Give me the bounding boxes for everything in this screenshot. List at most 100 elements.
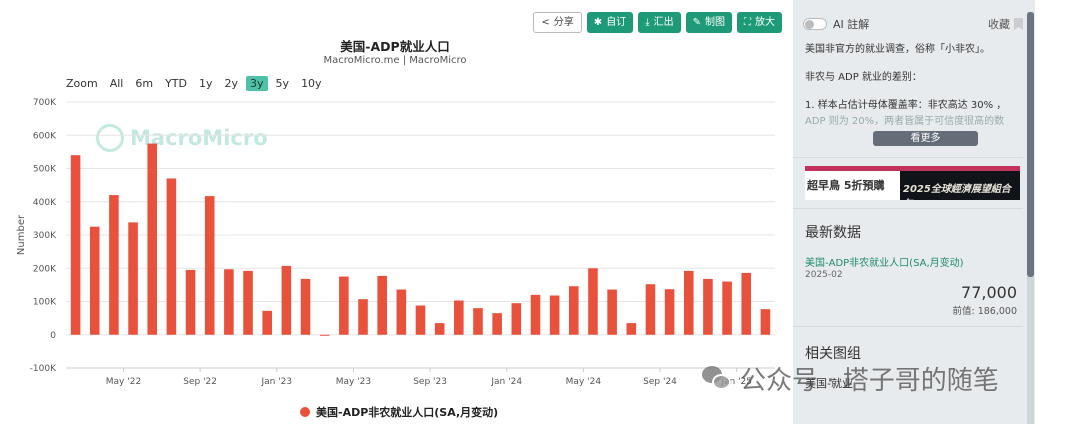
- divider: [793, 326, 1023, 327]
- bar: [722, 281, 732, 335]
- y-tick-label: 300K: [33, 231, 57, 241]
- zoom-label: Zoom: [66, 77, 98, 90]
- pencil-icon: ✎: [692, 17, 701, 28]
- ai-switch[interactable]: [803, 18, 827, 30]
- y-tick-label: 700K: [33, 98, 57, 108]
- favorite-button[interactable]: 收藏: [988, 16, 1023, 32]
- bar: [434, 323, 445, 335]
- bar-chart: 700K 600K 500K 400K 300K 200K 100K 0 -100K Number…: [16, 98, 775, 387]
- chart-description: 美国非官方的就业调查，俗称「小非农」。 非农与 ADP 就业的差别： 1. 样本…: [805, 42, 1017, 130]
- share-button[interactable]: < 分享: [533, 12, 582, 33]
- ai-toggle[interactable]: AI 註解: [803, 16, 869, 32]
- desc-line: 1. 样本占估计母体覆盖率：非农高达 30% ，: [805, 100, 1007, 111]
- bar: [473, 308, 483, 335]
- bar: [511, 303, 522, 335]
- bar: [396, 289, 407, 335]
- bar: [760, 309, 771, 335]
- bar: [607, 289, 617, 335]
- bar: [588, 268, 598, 335]
- bar: [741, 272, 752, 335]
- bar: [89, 226, 100, 335]
- bar: [358, 299, 368, 335]
- y-tick-label: 400K: [33, 198, 57, 208]
- share-icon: <: [541, 17, 550, 28]
- zoom-options: All 6m YTD 1y 2y 3y 5y 10y: [106, 76, 330, 91]
- zoom-option-5y[interactable]: 5y: [272, 76, 294, 91]
- y-tick-label: 500K: [33, 165, 57, 175]
- latest-data-date: 2025-02: [805, 270, 843, 280]
- bar: [530, 294, 541, 335]
- chart-panel: < 分享 ✱ 自订 ⤓ 汇出 ✎ 制图 ⛶ 放大 美国-ADP就业人口 Macr…: [0, 0, 790, 424]
- x-tick-label: Sep '23: [413, 377, 447, 387]
- divider: [793, 208, 1023, 209]
- bar: [549, 295, 560, 335]
- y-tick-label: 600K: [33, 131, 57, 141]
- promo-banner[interactable]: 超早鳥 5折預購 2025全球經濟展望組合包: [805, 166, 1020, 200]
- draw-button[interactable]: ✎ 制图: [685, 12, 732, 33]
- download-icon: ⤓: [645, 17, 650, 28]
- side-scrollbar-thumb[interactable]: [1027, 12, 1034, 277]
- x-tick-label: Sep '24: [643, 377, 677, 387]
- legend-marker: [300, 407, 310, 417]
- zoom-option-ytd[interactable]: YTD: [161, 76, 191, 91]
- chart-legend[interactable]: 美国-ADP非农就业人口(SA,月变动): [300, 404, 498, 420]
- y-tick-label: 0: [50, 331, 56, 341]
- gear-icon: ✱: [593, 17, 603, 28]
- zoom-option-2y[interactable]: 2y: [221, 76, 243, 91]
- wechat-watermark: 公众号 · 塔子哥的随笔: [702, 360, 999, 397]
- expand-icon: ⛶: [744, 17, 751, 28]
- bar: [664, 289, 675, 335]
- divider: [793, 157, 1023, 158]
- legend-label: 美国-ADP非农就业人口(SA,月变动): [316, 406, 499, 419]
- y-tick-label: 100K: [33, 298, 57, 308]
- latest-data-link[interactable]: 美国-ADP非农就业人口(SA,月变动): [805, 254, 964, 269]
- bar: [281, 265, 292, 335]
- bookmark-icon: [1014, 18, 1023, 30]
- zoom-bar: Zoom All 6m YTD 1y 2y 3y 5y 10y: [66, 76, 330, 91]
- zoom-option-3y[interactable]: 3y: [246, 76, 268, 91]
- ai-annotation-row: AI 註解 收藏: [803, 16, 1023, 32]
- zoom-option-all[interactable]: All: [106, 76, 128, 91]
- bar: [204, 196, 215, 335]
- custom-button[interactable]: ✱ 自订: [586, 12, 634, 33]
- chart-toolbar: < 分享 ✱ 自订 ⤓ 汇出 ✎ 制图 ⛶ 放大: [533, 12, 782, 33]
- bar: [703, 278, 713, 335]
- bar: [185, 269, 196, 335]
- bar: [109, 195, 119, 335]
- bar: [300, 278, 311, 335]
- desc-line: 美国非官方的就业调查，俗称「小非农」。: [805, 44, 990, 55]
- y-tick-label: -100K: [30, 364, 57, 374]
- bar: [70, 155, 81, 335]
- enlarge-button[interactable]: ⛶ 放大: [737, 12, 782, 33]
- x-tick-label: May '22: [106, 377, 141, 387]
- y-axis-label: Number: [16, 214, 27, 255]
- x-tick-label: Jan '24: [490, 377, 522, 387]
- latest-data-previous: 前值: 186,000: [952, 306, 1017, 317]
- x-tick-label: Jan '23: [260, 377, 292, 387]
- bar: [645, 284, 656, 335]
- desc-line: ADP 则为 20%，两者皆属于可信度很高的数: [805, 116, 1005, 127]
- bar: [243, 270, 253, 335]
- bar: [339, 276, 349, 335]
- x-tick-label: May '24: [566, 377, 602, 387]
- x-tick-label: May '23: [336, 377, 371, 387]
- latest-data-value: 77,000: [961, 283, 1017, 302]
- bar: [166, 178, 177, 335]
- zoom-option-10y[interactable]: 10y: [297, 76, 326, 91]
- chart-title: 美国-ADP就业人口: [340, 39, 450, 54]
- see-more-button[interactable]: 看更多: [873, 131, 978, 146]
- bar: [377, 275, 387, 335]
- bar: [415, 305, 426, 335]
- y-tick-label: 200K: [33, 264, 57, 274]
- bar: [626, 323, 637, 335]
- bar: [492, 313, 502, 335]
- bar: [147, 143, 158, 335]
- bar: [319, 334, 330, 336]
- latest-data-title: 最新数据: [805, 225, 861, 241]
- bar: [569, 286, 579, 335]
- zoom-option-6m[interactable]: 6m: [131, 76, 157, 91]
- chart-subtitle: MacroMicro.me | MacroMicro: [323, 55, 467, 66]
- zoom-option-1y[interactable]: 1y: [195, 76, 217, 91]
- export-button[interactable]: ⤓ 汇出: [638, 12, 681, 33]
- wechat-icon: [702, 364, 732, 394]
